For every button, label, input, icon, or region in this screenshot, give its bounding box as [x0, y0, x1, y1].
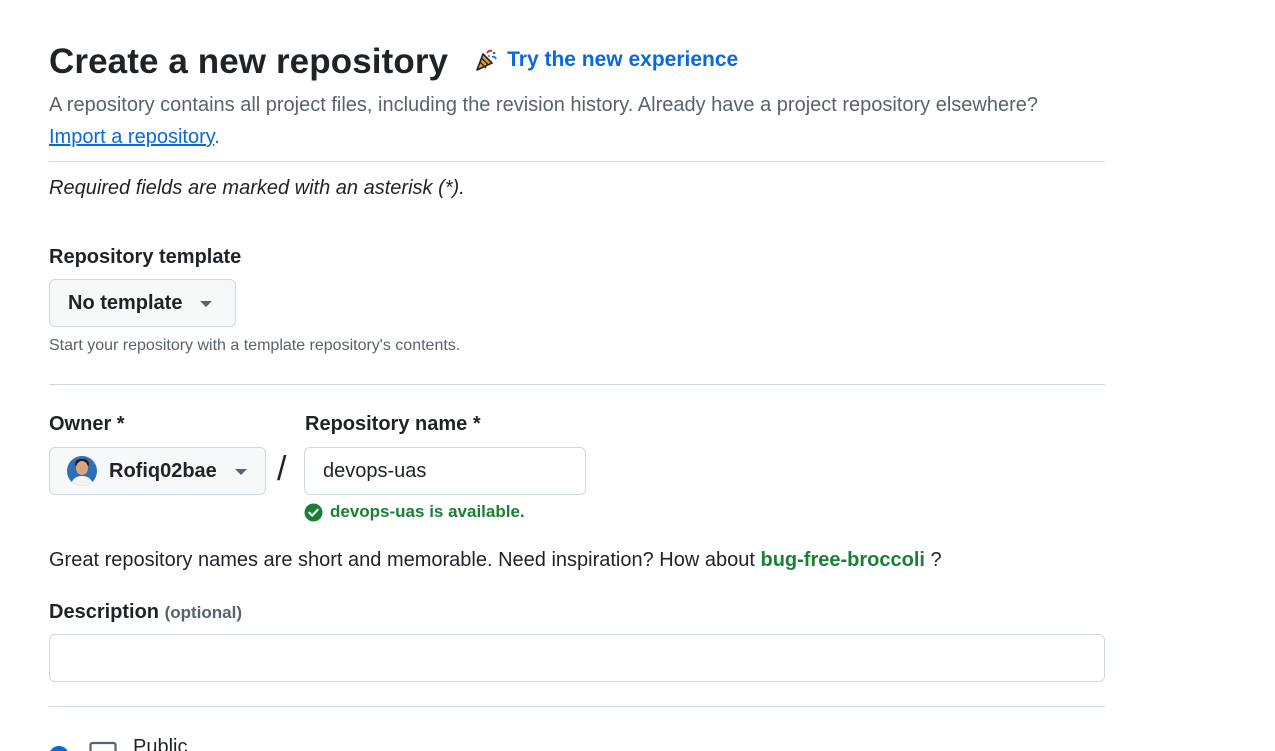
divider — [49, 161, 1105, 162]
template-selected-value: No template — [68, 291, 183, 314]
template-select-button[interactable]: No template — [49, 279, 236, 327]
divider — [49, 706, 1105, 707]
required-fields-note: Required fields are marked with an aster… — [49, 177, 465, 199]
repo-icon — [89, 740, 117, 751]
try-new-experience-label: Try the new experience — [507, 48, 739, 71]
name-suggestion: Great repository names are short and mem… — [49, 549, 942, 572]
chevron-down-icon — [200, 301, 213, 307]
divider — [49, 384, 1105, 385]
owner-label: Owner * — [49, 413, 125, 435]
page-title: Create a new repository — [49, 42, 449, 81]
public-label: Public — [133, 736, 188, 751]
page-description-text: A repository contains all project files,… — [49, 94, 1039, 116]
description-label-text: Description — [49, 601, 160, 623]
template-hint: Start your repository with a template re… — [49, 337, 461, 354]
repo-name-label: Repository name * — [305, 413, 481, 435]
description-input[interactable] — [49, 634, 1105, 682]
suggestion-suffix: ? — [930, 549, 942, 571]
chevron-down-icon — [234, 469, 247, 475]
suggested-name-button[interactable]: bug-free-broccoli — [760, 549, 924, 571]
suggestion-text: Great repository names are short and mem… — [49, 549, 755, 571]
import-suffix: . — [214, 126, 220, 148]
party-popper-icon — [474, 48, 498, 72]
repo-availability-status: devops-uas is available. — [304, 502, 525, 522]
check-circle-icon — [304, 503, 323, 522]
visibility-public-option[interactable]: Public — [49, 736, 187, 751]
owner-selected-value: Rofiq02bae — [109, 459, 217, 482]
owner-select-button[interactable]: Rofiq02bae — [49, 447, 266, 495]
repo-name-input[interactable] — [304, 447, 586, 495]
import-repository-link[interactable]: Import a repository — [49, 126, 214, 148]
title-row: Create a new repository Try the new expe… — [49, 40, 738, 84]
description-label: Description (optional) — [49, 601, 242, 624]
availability-text: devops-uas is available. — [330, 502, 525, 521]
page: Create a new repository Try the new expe… — [0, 0, 1275, 751]
template-label: Repository template — [49, 246, 242, 268]
user-avatar — [67, 456, 97, 486]
try-new-experience-link[interactable]: Try the new experience — [474, 48, 738, 72]
optional-tag: (optional) — [164, 603, 243, 622]
public-radio[interactable] — [49, 746, 69, 751]
owner-repo-separator: / — [277, 450, 287, 488]
page-description: A repository contains all project files,… — [49, 89, 1109, 153]
